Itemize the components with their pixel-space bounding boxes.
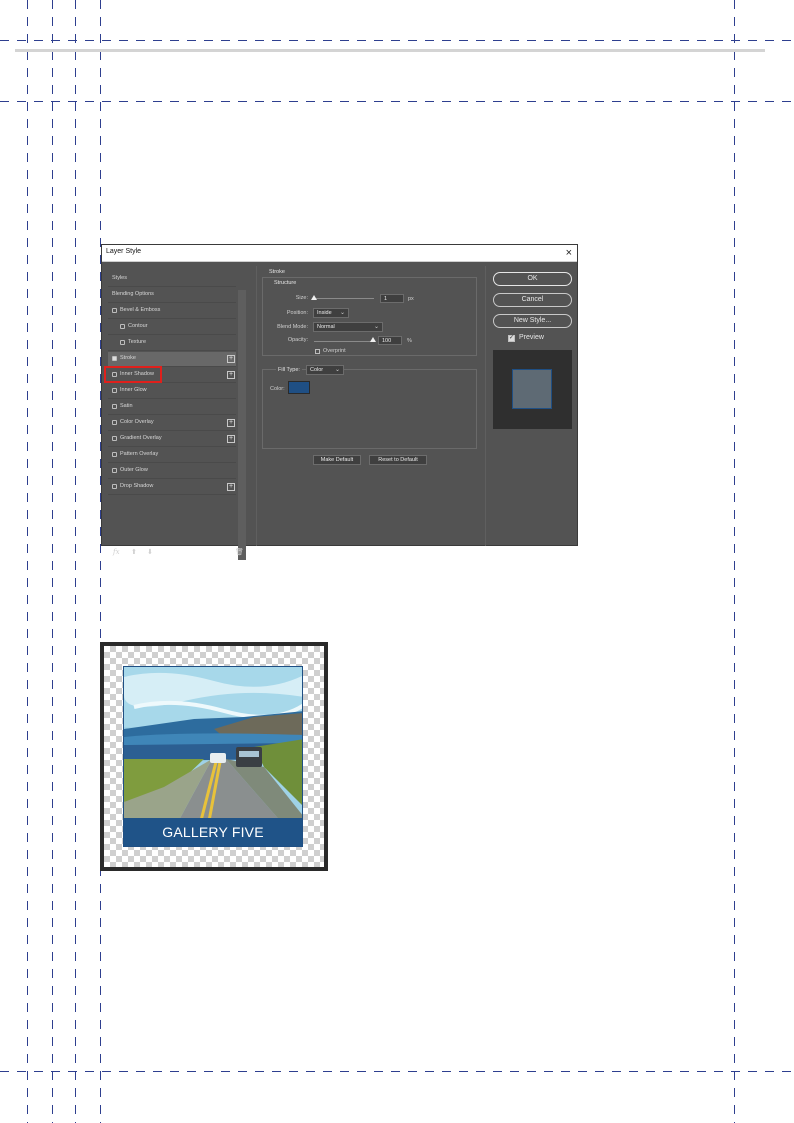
panel-divider	[485, 266, 486, 546]
add-effect-icon[interactable]: +	[227, 371, 235, 379]
sidebar-item-drop-shadow[interactable]: Drop Shadow +	[108, 480, 236, 495]
sidebar-item-label: Color Overlay	[120, 419, 154, 425]
sidebar-item-gradient-overlay[interactable]: Gradient Overlay +	[108, 432, 236, 447]
sidebar-item-checkbox[interactable]	[112, 452, 117, 457]
add-effect-icon[interactable]: +	[227, 483, 235, 491]
sidebar-item-checkbox[interactable]	[112, 468, 117, 473]
stroke-section-title: Stroke	[269, 269, 285, 275]
move-down-icon[interactable]: ⬇	[147, 548, 153, 556]
preview-label: Preview	[519, 334, 544, 341]
new-style-button[interactable]: New Style...	[493, 314, 572, 328]
size-slider-thumb[interactable]	[311, 295, 317, 300]
opacity-field[interactable]: 100	[378, 336, 402, 345]
sidebar-scrollbar[interactable]	[238, 290, 246, 560]
sidebar-item-checkbox[interactable]	[112, 404, 117, 409]
sidebar-item-label: Gradient Overlay	[120, 435, 162, 441]
position-value: Inside	[317, 310, 332, 316]
sidebar-item-blending-options[interactable]: Blending Options	[108, 288, 236, 303]
position-select[interactable]: Inside ⌄	[313, 308, 349, 318]
stroke-highlight-box	[104, 366, 162, 383]
sidebar-item-label: Inner Glow	[120, 387, 147, 393]
gallery-banner: GALLERY FIVE	[124, 818, 302, 846]
blend-mode-label: Blend Mode:	[277, 324, 308, 330]
stroke-color-swatch[interactable]	[288, 381, 310, 394]
add-effect-icon[interactable]: +	[227, 435, 235, 443]
guide-lines	[0, 0, 794, 1123]
sidebar-item-checkbox[interactable]	[120, 340, 125, 345]
sidebar-item-checkbox[interactable]	[112, 436, 117, 441]
preview-checkbox[interactable]: ✓	[508, 335, 515, 342]
dialog-title-bar[interactable]: Layer Style ×	[102, 245, 577, 262]
ok-button[interactable]: OK	[493, 272, 572, 286]
move-up-icon[interactable]: ⬆	[131, 548, 137, 556]
styles-sidebar: Styles Blending Options Bevel & Emboss Co…	[102, 262, 248, 560]
sidebar-item-checkbox[interactable]	[112, 388, 117, 393]
fx-icon[interactable]: fx	[113, 548, 120, 556]
blend-mode-select[interactable]: Normal ⌄	[313, 322, 383, 332]
position-label: Position:	[286, 310, 308, 316]
sidebar-item-inner-glow[interactable]: Inner Glow	[108, 384, 236, 399]
sidebar-item-contour[interactable]: Contour	[108, 320, 236, 335]
preview-swatch	[512, 369, 552, 409]
sidebar-item-label: Texture	[128, 339, 147, 345]
opacity-unit: %	[407, 338, 412, 344]
sidebar-item-checkbox[interactable]	[112, 484, 117, 489]
structure-title: Structure	[274, 280, 297, 286]
color-label: Color:	[270, 386, 285, 392]
make-default-button[interactable]: Make Default	[313, 455, 361, 465]
header-rule	[15, 49, 765, 52]
sidebar-item-label: Drop Shadow	[120, 483, 154, 489]
sidebar-item-outer-glow[interactable]: Outer Glow	[108, 464, 236, 479]
sidebar-item-stroke[interactable]: Stroke +	[108, 352, 236, 367]
cancel-button[interactable]: Cancel	[493, 293, 572, 307]
add-effect-icon[interactable]: +	[227, 419, 235, 427]
add-effect-icon[interactable]: +	[227, 355, 235, 363]
blend-mode-value: Normal	[317, 324, 335, 330]
sidebar-item-label: Styles	[112, 275, 127, 281]
structure-group	[262, 277, 477, 356]
overprint-label: Overprint	[323, 348, 346, 354]
style-preview	[493, 350, 572, 429]
sidebar-item-label: Satin	[120, 403, 133, 409]
trash-icon[interactable]: 🗑	[235, 548, 244, 556]
chevron-down-icon: ⌄	[334, 367, 340, 373]
dialog-title: Layer Style	[106, 248, 142, 255]
fill-type-label: Fill Type:	[276, 367, 302, 373]
fill-type-value: Color	[310, 367, 324, 373]
sidebar-item-label: Blending Options	[112, 291, 154, 297]
sidebar-item-texture[interactable]: Texture	[108, 336, 236, 351]
layer-style-dialog: Layer Style × Styles Blending Options Be…	[101, 244, 578, 560]
opacity-slider-thumb[interactable]	[370, 337, 376, 342]
sidebar-item-color-overlay[interactable]: Color Overlay +	[108, 416, 236, 431]
sidebar-item-checkbox[interactable]	[112, 420, 117, 425]
sidebar-item-checkbox[interactable]	[112, 356, 117, 361]
panel-divider	[256, 266, 257, 546]
chevron-down-icon: ⌄	[339, 310, 345, 316]
sidebar-item-label: Contour	[128, 323, 148, 329]
size-field[interactable]: 1	[380, 294, 404, 303]
sidebar-item-satin[interactable]: Satin	[108, 400, 236, 415]
size-slider[interactable]	[314, 298, 374, 299]
chevron-down-icon: ⌄	[373, 324, 379, 330]
gallery-canvas-frame: GALLERY FIVE	[100, 642, 328, 871]
sidebar-item-bevel-emboss[interactable]: Bevel & Emboss	[108, 304, 236, 319]
sidebar-item-checkbox[interactable]	[120, 324, 125, 329]
sidebar-item-styles[interactable]: Styles	[108, 272, 236, 287]
size-label: Size:	[295, 295, 308, 301]
size-unit: px	[408, 296, 414, 302]
fill-type-select[interactable]: Color ⌄	[306, 365, 344, 375]
opacity-slider[interactable]	[314, 341, 374, 342]
sidebar-item-checkbox[interactable]	[112, 308, 117, 313]
close-icon[interactable]: ×	[566, 246, 572, 260]
gallery-photo: GALLERY FIVE	[123, 666, 303, 847]
overprint-checkbox[interactable]	[315, 349, 320, 354]
opacity-label: Opacity:	[287, 337, 308, 343]
sidebar-item-label: Bevel & Emboss	[120, 307, 161, 313]
gallery-caption: GALLERY FIVE	[162, 824, 264, 840]
reset-to-default-button[interactable]: Reset to Default	[369, 455, 427, 465]
sidebar-item-label: Stroke	[120, 355, 136, 361]
sidebar-item-label: Pattern Overlay	[120, 451, 159, 457]
sidebar-item-pattern-overlay[interactable]: Pattern Overlay	[108, 448, 236, 463]
sidebar-item-label: Outer Glow	[120, 467, 148, 473]
